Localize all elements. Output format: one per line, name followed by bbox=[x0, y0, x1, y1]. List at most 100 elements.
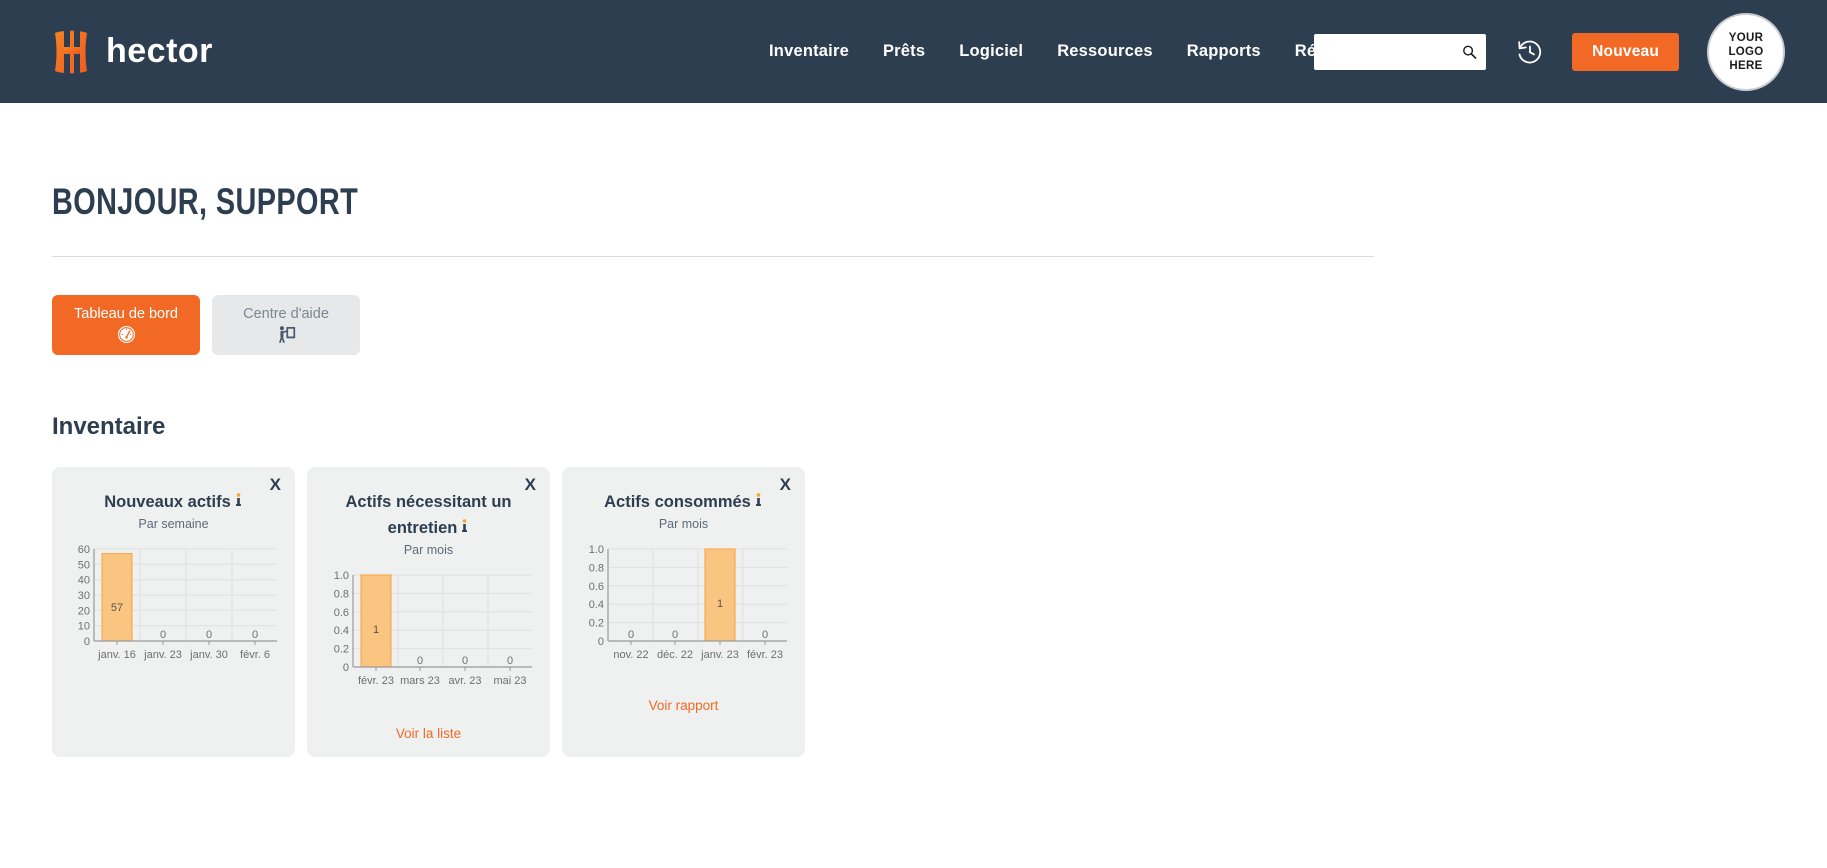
tab-centre-daide-label: Centre d'aide bbox=[243, 306, 329, 322]
main-content: BONJOUR, SUPPORT Tableau de bord Centre … bbox=[0, 181, 1827, 757]
avatar-line-3: HERE bbox=[1729, 59, 1763, 72]
svg-text:0: 0 bbox=[343, 662, 349, 674]
nav-item-inventaire[interactable]: Inventaire bbox=[752, 42, 866, 61]
main-navigation: Inventaire Prêts Logiciel Ressources Rap… bbox=[752, 0, 1387, 103]
svg-text:0: 0 bbox=[417, 655, 423, 667]
svg-text:60: 60 bbox=[78, 544, 90, 556]
tab-tableau-de-bord[interactable]: Tableau de bord bbox=[52, 295, 200, 355]
svg-text:40: 40 bbox=[78, 575, 90, 587]
card-title-text: Nouveaux actifs bbox=[104, 493, 231, 511]
svg-text:0.2: 0.2 bbox=[589, 618, 604, 630]
svg-text:57: 57 bbox=[111, 602, 123, 614]
avatar[interactable]: YOUR LOGO HERE bbox=[1707, 12, 1785, 91]
svg-text:0: 0 bbox=[252, 629, 258, 641]
card-subtitle: Par mois bbox=[403, 543, 454, 557]
svg-text:0: 0 bbox=[507, 655, 513, 667]
info-icon[interactable] bbox=[234, 493, 243, 507]
avatar-line-2: LOGO bbox=[1728, 45, 1764, 58]
title-divider bbox=[52, 256, 1374, 257]
x-tick-label: déc. 22 bbox=[657, 649, 693, 661]
card-actifs-consommes: X Actifs consommés Par mois 0 0 1 0 1.0 … bbox=[562, 467, 805, 757]
x-tick-label: janv. 23 bbox=[700, 649, 739, 661]
tab-centre-daide[interactable]: Centre d'aide bbox=[212, 295, 360, 355]
svg-text:0: 0 bbox=[762, 629, 768, 641]
card-link-voir-la-liste[interactable]: Voir la liste bbox=[307, 726, 550, 741]
dashboard-tabs: Tableau de bord Centre d'aide bbox=[52, 295, 1775, 355]
card-subtitle: Par mois bbox=[658, 517, 709, 531]
hector-shield-h-logo-icon bbox=[55, 29, 87, 74]
bar-chart-svg: 1 0 0 0 1.0 0.8 0.6 0.4 0.2 0 févr. 23 m… bbox=[334, 570, 532, 687]
tab-tableau-de-bord-label: Tableau de bord bbox=[74, 306, 178, 322]
header-actions: Nouveau YOUR LOGO HERE bbox=[1314, 0, 1785, 103]
svg-text:0.4: 0.4 bbox=[334, 625, 349, 637]
svg-text:0: 0 bbox=[598, 636, 604, 648]
card-title: Actifs nécessitant un entretien bbox=[319, 489, 538, 541]
top-header: hector Inventaire Prêts Logiciel Ressour… bbox=[0, 0, 1827, 103]
gauge-dashboard-icon bbox=[117, 325, 135, 344]
svg-text:0.6: 0.6 bbox=[334, 607, 349, 619]
card-subtitle: Par semaine bbox=[138, 517, 209, 531]
nav-item-rapports[interactable]: Rapports bbox=[1170, 42, 1278, 61]
x-tick-label: janv. 23 bbox=[143, 649, 182, 661]
svg-text:0: 0 bbox=[160, 629, 166, 641]
search-input[interactable] bbox=[1314, 33, 1487, 70]
svg-text:20: 20 bbox=[78, 605, 90, 617]
svg-text:0: 0 bbox=[206, 629, 212, 641]
x-tick-label: avr. 23 bbox=[448, 675, 481, 687]
x-tick-label: mai 23 bbox=[493, 675, 526, 687]
brand-name: hector bbox=[106, 32, 213, 70]
svg-text:0: 0 bbox=[628, 629, 634, 641]
bar-chart-svg: 57 0 0 0 60 50 40 30 20 10 0 janv. 16 ja… bbox=[78, 544, 277, 661]
section-title: Inventaire bbox=[52, 413, 166, 440]
svg-text:0.2: 0.2 bbox=[334, 644, 349, 656]
card-link-voir-rapport[interactable]: Voir rapport bbox=[562, 698, 805, 713]
brand-logo[interactable]: hector bbox=[52, 29, 213, 74]
card-close-icon[interactable]: X bbox=[270, 476, 281, 493]
card-close-icon[interactable]: X bbox=[525, 476, 536, 493]
card-title-text: Actifs nécessitant un entretien bbox=[345, 493, 512, 537]
page-title: BONJOUR, SUPPORT bbox=[52, 181, 359, 222]
svg-text:0: 0 bbox=[672, 629, 678, 641]
nav-item-logiciel[interactable]: Logiciel bbox=[942, 42, 1040, 61]
svg-text:50: 50 bbox=[78, 559, 90, 571]
card-nouveaux-actifs: X Nouveaux actifs Par semaine 57 0 0 0 6… bbox=[52, 467, 295, 757]
svg-text:0.6: 0.6 bbox=[589, 581, 604, 593]
chart-actifs-consommes: 0 0 1 0 1.0 0.8 0.6 0.4 0.2 0 nov. 22 dé… bbox=[574, 543, 793, 673]
card-close-icon[interactable]: X bbox=[780, 476, 791, 493]
svg-text:1: 1 bbox=[373, 624, 379, 636]
svg-text:0: 0 bbox=[84, 636, 90, 648]
x-tick-label: mars 23 bbox=[400, 675, 440, 687]
svg-text:30: 30 bbox=[78, 590, 90, 602]
info-icon[interactable] bbox=[460, 519, 469, 533]
x-tick-label: nov. 22 bbox=[613, 649, 648, 661]
x-tick-label: févr. 23 bbox=[747, 649, 783, 661]
x-tick-label: janv. 30 bbox=[189, 649, 228, 661]
svg-text:0.4: 0.4 bbox=[589, 599, 604, 611]
nav-item-prets[interactable]: Prêts bbox=[866, 42, 942, 61]
search-box[interactable] bbox=[1314, 33, 1487, 70]
svg-text:1.0: 1.0 bbox=[334, 570, 349, 582]
chart-nouveaux-actifs: 57 0 0 0 60 50 40 30 20 10 0 janv. 16 ja… bbox=[64, 543, 283, 673]
info-icon[interactable] bbox=[754, 493, 763, 507]
card-actifs-entretien: X Actifs nécessitant un entretien Par mo… bbox=[307, 467, 550, 757]
dashboard-cards: X Nouveaux actifs Par semaine 57 0 0 0 6… bbox=[52, 467, 1775, 757]
x-tick-label: févr. 23 bbox=[358, 675, 394, 687]
card-title: Nouveaux actifs bbox=[64, 489, 283, 515]
presentation-teacher-icon bbox=[278, 326, 295, 343]
avatar-line-1: YOUR bbox=[1728, 31, 1764, 44]
svg-text:0.8: 0.8 bbox=[334, 588, 349, 600]
svg-text:0: 0 bbox=[462, 655, 468, 667]
clock-rewind-icon[interactable] bbox=[1516, 38, 1544, 66]
chart-actifs-entretien: 1 0 0 0 1.0 0.8 0.6 0.4 0.2 0 févr. 23 m… bbox=[319, 569, 538, 699]
svg-text:1.0: 1.0 bbox=[589, 544, 604, 556]
card-title: Actifs consommés bbox=[574, 489, 793, 515]
card-title-text: Actifs consommés bbox=[604, 493, 751, 511]
svg-text:1: 1 bbox=[717, 598, 723, 610]
x-tick-label: janv. 16 bbox=[97, 649, 136, 661]
x-tick-label: févr. 6 bbox=[240, 649, 270, 661]
nav-item-ressources[interactable]: Ressources bbox=[1040, 42, 1170, 61]
new-button[interactable]: Nouveau bbox=[1572, 32, 1679, 71]
svg-text:0.8: 0.8 bbox=[589, 562, 604, 574]
bar-chart-svg: 0 0 1 0 1.0 0.8 0.6 0.4 0.2 0 nov. 22 dé… bbox=[589, 544, 787, 661]
svg-text:10: 10 bbox=[78, 621, 90, 633]
